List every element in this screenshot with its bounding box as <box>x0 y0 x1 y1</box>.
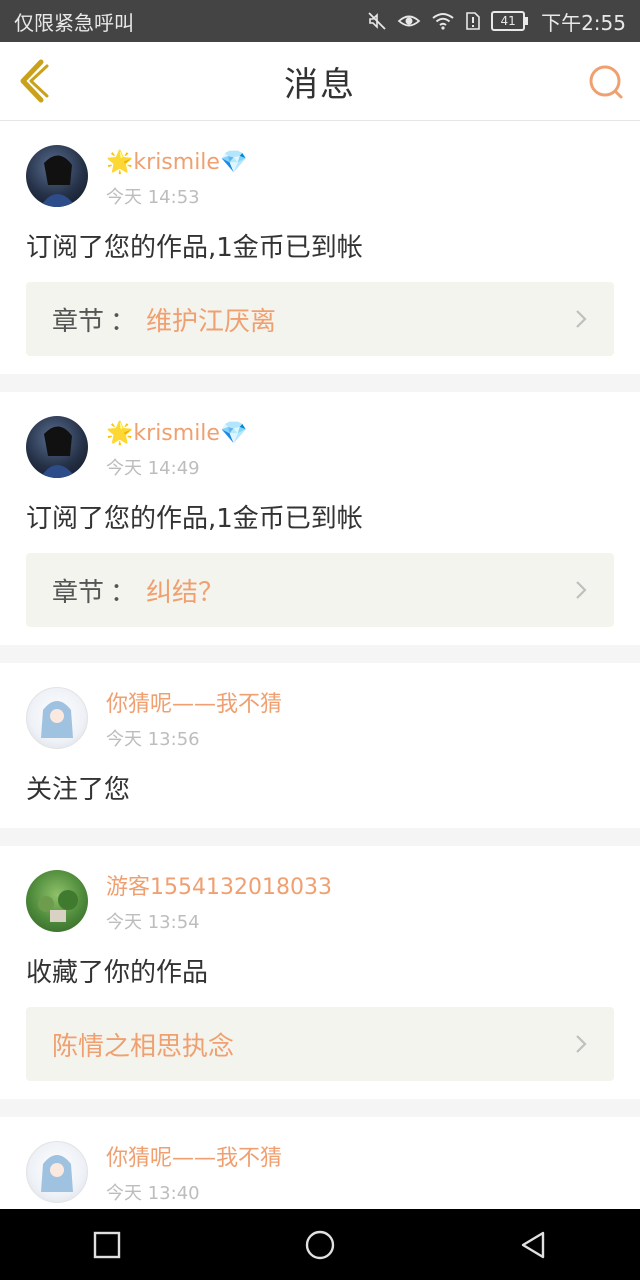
clock: 下午2:55 <box>541 10 626 35</box>
username[interactable]: 游客1554132018033 <box>106 872 332 904</box>
message-card: 你猜呢——我不猜 今天 13:56 关注了您 <box>0 663 640 828</box>
message-card: 游客1554132018033 今天 13:54 收藏了你的作品 陈情之相思执念 <box>0 846 640 1099</box>
username-text: 游客1554132018033 <box>106 875 332 900</box>
avatar[interactable] <box>26 870 88 932</box>
username[interactable]: 你猜呢——我不猜 <box>106 689 282 721</box>
chapter-link[interactable]: 章节 ： 维护江厌离 <box>26 282 614 356</box>
system-nav-bar <box>0 1209 640 1280</box>
message-card: 你猜呢——我不猜 今天 13:40 <box>0 1117 640 1209</box>
work-link[interactable]: 陈情之相思执念 <box>26 1007 614 1081</box>
eye-icon <box>397 12 421 30</box>
system-back-button[interactable] <box>503 1215 563 1275</box>
timestamp: 今天 13:40 <box>106 1183 200 1204</box>
sim-alert-icon <box>465 11 481 31</box>
star-emoji-icon: 🌟 <box>106 150 134 175</box>
avatar[interactable] <box>26 1141 88 1203</box>
message-text: 订阅了您的作品,1金币已到帐 <box>26 504 363 534</box>
timestamp: 今天 14:53 <box>106 187 200 208</box>
username-text: krismile <box>133 150 220 175</box>
work-name: 陈情之相思执念 <box>52 1031 235 1062</box>
battery-icon: 41 <box>491 11 529 31</box>
chapter-separator: ： <box>110 306 137 337</box>
chapter-separator: ： <box>110 577 137 608</box>
recent-apps-button[interactable] <box>77 1215 137 1275</box>
top-nav-bar: 消息 <box>0 42 640 121</box>
username[interactable]: 🌟 krismile 💎 <box>106 418 247 450</box>
wifi-icon <box>431 12 455 30</box>
search-button[interactable] <box>586 62 626 102</box>
avatar[interactable] <box>26 687 88 749</box>
chapter-label: 章节 <box>52 306 105 337</box>
home-button[interactable] <box>290 1215 350 1275</box>
chevron-right-icon <box>576 310 587 328</box>
back-chevron-icon <box>20 59 49 103</box>
battery-level: 41 <box>500 14 516 28</box>
chapter-link[interactable]: 章节 ： 纠结？ <box>26 553 614 627</box>
chevron-right-icon <box>576 581 587 599</box>
back-triangle-icon <box>522 1231 545 1258</box>
mute-icon <box>367 11 387 31</box>
status-icons: 41 下午2:55 <box>367 7 626 36</box>
chapter-name: 纠结？ <box>146 577 225 608</box>
home-icon <box>305 1230 335 1259</box>
username[interactable]: 🌟 krismile 💎 <box>106 147 247 179</box>
timestamp: 今天 13:54 <box>106 912 200 933</box>
carrier-text: 仅限紧急呼叫 <box>14 10 134 35</box>
avatar[interactable] <box>26 145 88 207</box>
username-text: 你猜呢——我不猜 <box>106 1146 283 1171</box>
timestamp: 今天 14:49 <box>106 458 200 479</box>
status-bar: 仅限紧急呼叫 41 下午2:55 <box>0 0 640 42</box>
username-text: 你猜呢——我不猜 <box>106 692 283 717</box>
username[interactable]: 你猜呢——我不猜 <box>106 1143 282 1175</box>
timestamp: 今天 13:56 <box>106 729 200 750</box>
username-text: krismile <box>133 421 220 446</box>
recent-apps-icon <box>93 1231 120 1258</box>
chapter-name: 维护江厌离 <box>146 306 277 337</box>
diamond-emoji-icon: 💎 <box>219 421 248 446</box>
message-feed[interactable]: 🌟 krismile 💎 今天 14:53 订阅了您的作品,1金币已到帐 章节 … <box>0 121 640 1209</box>
avatar[interactable] <box>26 416 88 478</box>
back-button[interactable] <box>14 58 54 104</box>
chevron-right-icon <box>576 1035 587 1053</box>
search-icon <box>589 65 623 99</box>
diamond-emoji-icon: 💎 <box>219 150 248 175</box>
message-text: 关注了您 <box>26 775 131 805</box>
message-text: 订阅了您的作品,1金币已到帐 <box>26 233 363 263</box>
page-title: 消息 <box>284 64 356 105</box>
message-card: 🌟 krismile 💎 今天 14:49 订阅了您的作品,1金币已到帐 章节 … <box>0 392 640 645</box>
star-emoji-icon: 🌟 <box>106 421 134 446</box>
message-text: 收藏了你的作品 <box>26 958 209 988</box>
chapter-label: 章节 <box>52 577 105 608</box>
message-card: 🌟 krismile 💎 今天 14:53 订阅了您的作品,1金币已到帐 章节 … <box>0 121 640 374</box>
